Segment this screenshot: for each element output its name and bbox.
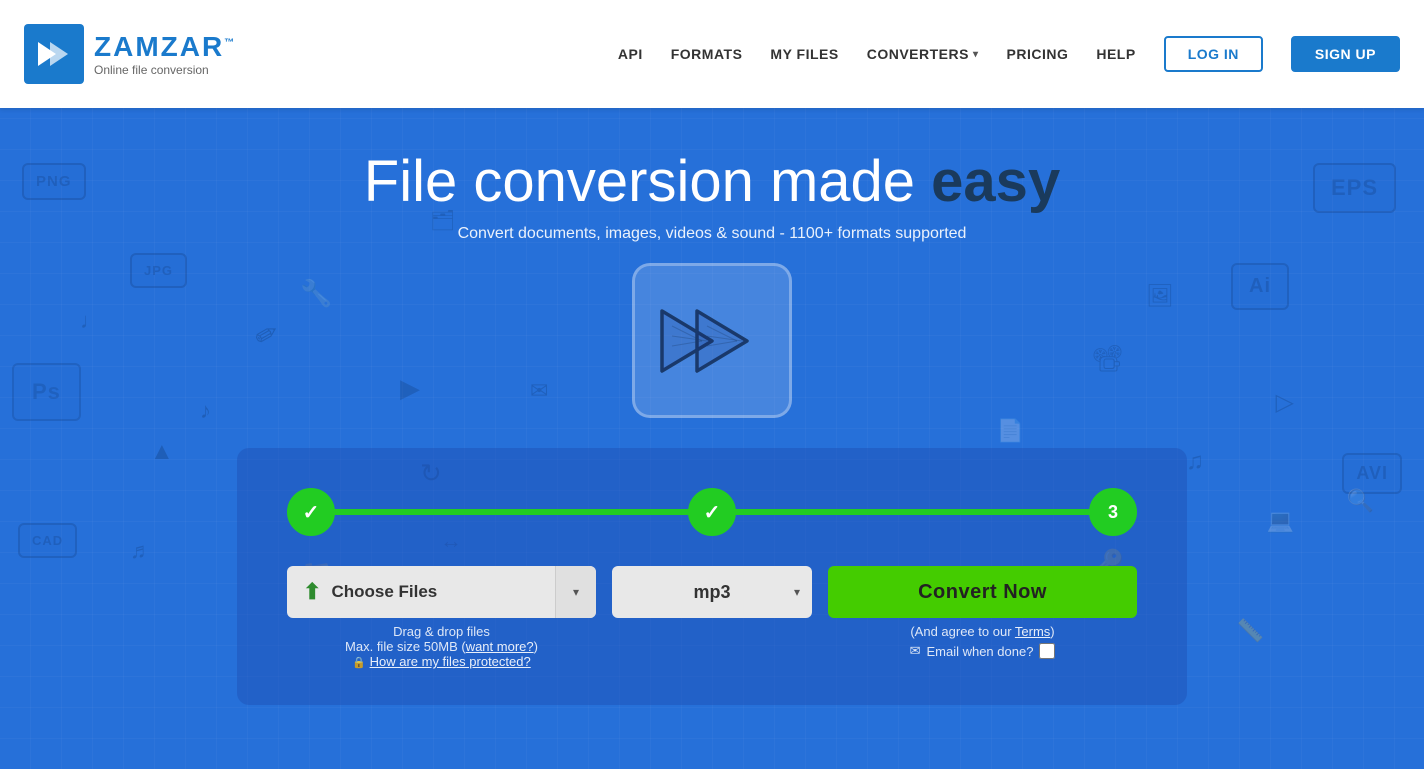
hero-title: File conversion made easy bbox=[364, 148, 1060, 215]
nav-my-files[interactable]: MY FILES bbox=[770, 46, 838, 62]
step-3-circle: 3 bbox=[1089, 488, 1137, 536]
logo-name: ZAMZAR™ bbox=[94, 31, 236, 63]
step-1-circle: ✓ bbox=[287, 488, 335, 536]
main-nav: API FORMATS MY FILES CONVERTERS ▾ PRICIN… bbox=[618, 36, 1400, 72]
logo[interactable]: ZAMZAR™ Online file conversion bbox=[24, 24, 236, 84]
step-2-circle: ✓ bbox=[688, 488, 736, 536]
chevron-down-icon: ▾ bbox=[973, 49, 979, 60]
play-deco-icon: ▶ bbox=[400, 373, 420, 404]
logo-icon bbox=[24, 24, 84, 84]
steps-progress: ✓ ✓ 3 bbox=[287, 488, 1137, 536]
hero-subtitle: Convert documents, images, videos & soun… bbox=[458, 225, 967, 243]
email-row: ✉ Email when done? bbox=[910, 643, 1056, 659]
logo-tagline: Online file conversion bbox=[94, 63, 236, 77]
want-more-link[interactable]: want more? bbox=[466, 639, 534, 654]
music-deco-icon: ♪ bbox=[200, 398, 211, 424]
format-select[interactable]: mp3 mp4 wav pdf jpg png bbox=[612, 566, 812, 618]
choose-files-dropdown[interactable]: ▾ bbox=[556, 566, 596, 618]
format-select-section: mp3 mp4 wav pdf jpg png ▾ bbox=[612, 566, 812, 618]
deco-png-icon: PNG bbox=[22, 163, 86, 200]
controls-row: ⬆ Choose Files ▾ Drag & drop files Max. … bbox=[287, 566, 1137, 669]
logo-text: ZAMZAR™ Online file conversion bbox=[94, 31, 236, 77]
play2-deco-icon: ▷ bbox=[1276, 388, 1294, 417]
headphone-deco-icon: ♬ bbox=[130, 538, 152, 564]
upload-icon: ⬆ bbox=[303, 579, 321, 605]
terms-link[interactable]: Terms bbox=[1015, 624, 1050, 639]
nav-pricing[interactable]: PRICING bbox=[1007, 46, 1069, 62]
convert-now-button[interactable]: Convert Now bbox=[828, 566, 1137, 618]
film-deco-icon: 📽 bbox=[1091, 343, 1124, 374]
signup-button[interactable]: SIGN UP bbox=[1291, 36, 1400, 72]
nav-help[interactable]: HELP bbox=[1096, 46, 1135, 62]
deco-ps-icon: Ps bbox=[12, 363, 81, 421]
lock-icon: 🔒 bbox=[352, 657, 366, 669]
header: ZAMZAR™ Online file conversion API FORMA… bbox=[0, 0, 1424, 108]
magnify-deco-icon: 🔍 bbox=[1347, 488, 1374, 514]
deco-jpg-icon: JPG bbox=[130, 253, 187, 288]
wrench-deco-icon: 🔧 bbox=[300, 278, 332, 309]
email-label: Email when done? bbox=[926, 644, 1033, 659]
laptop-deco-icon: 💻 bbox=[1267, 508, 1294, 534]
music3-deco-icon: ♩ bbox=[80, 308, 102, 334]
nav-converters[interactable]: CONVERTERS ▾ bbox=[867, 46, 979, 62]
choose-files-button[interactable]: ⬆ Choose Files ▾ bbox=[287, 566, 596, 618]
nav-api[interactable]: API bbox=[618, 46, 643, 62]
envelope-deco-icon: ✉ bbox=[530, 378, 548, 404]
deco-avi-icon: AVI bbox=[1342, 453, 1402, 494]
ruler-deco-icon: 📏 bbox=[1237, 618, 1264, 644]
hero-section: PNG JPG Ps CAD EPS Ai AVI ✏ ♪ 🔧 ▲ ↻ bbox=[0, 108, 1424, 769]
choose-files-section: ⬆ Choose Files ▾ Drag & drop files Max. … bbox=[287, 566, 596, 669]
email-checkbox[interactable] bbox=[1039, 643, 1055, 659]
hero-animation-icon bbox=[632, 263, 792, 418]
triangle-deco-icon: ▲ bbox=[150, 438, 174, 466]
convert-section: Convert Now (And agree to our Terms) ✉ E… bbox=[828, 566, 1137, 659]
login-button[interactable]: LOG IN bbox=[1164, 36, 1263, 72]
choose-files-meta: Drag & drop files Max. file size 50MB (w… bbox=[345, 624, 538, 669]
pencil-deco-icon: ✏ bbox=[248, 314, 285, 354]
converter-box: ✓ ✓ 3 ⬆ Choose Files bbox=[237, 448, 1187, 705]
chevron-down-icon: ▾ bbox=[573, 585, 579, 599]
deco-eps-icon: EPS bbox=[1313, 163, 1396, 213]
nav-formats[interactable]: FORMATS bbox=[671, 46, 743, 62]
deco-cad-icon: CAD bbox=[18, 523, 77, 558]
file-protection-link[interactable]: How are my files protected? bbox=[370, 654, 531, 669]
image-deco-icon: 🖼 bbox=[1146, 283, 1174, 309]
convert-meta: (And agree to our Terms) ✉ Email when do… bbox=[910, 624, 1056, 659]
doc-deco-icon: 📄 bbox=[997, 418, 1024, 444]
email-icon: ✉ bbox=[910, 643, 921, 659]
music2-deco-icon: ♫ bbox=[1186, 448, 1204, 476]
deco-ai-icon: Ai bbox=[1231, 263, 1289, 310]
